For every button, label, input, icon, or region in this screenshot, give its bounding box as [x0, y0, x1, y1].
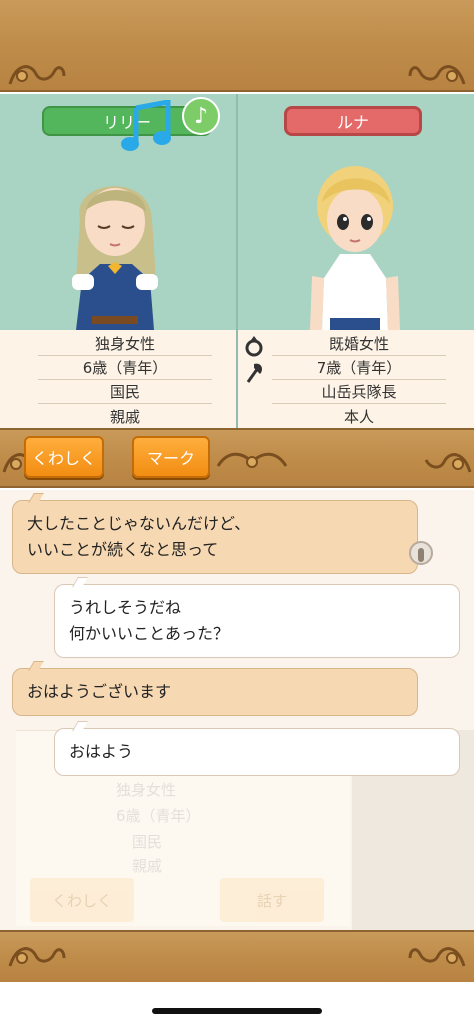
- background-details-button: くわしく: [30, 878, 134, 922]
- background-info-row: 親戚: [132, 857, 163, 875]
- chat-message-me: うれしそうだね 何かいいことあった？: [54, 577, 460, 658]
- left-info-row: 6歳（青年）: [38, 356, 212, 380]
- home-indicator[interactable]: [152, 1008, 322, 1014]
- music-note-icon: [121, 100, 171, 151]
- right-info-row: 7歳（青年）: [272, 356, 446, 380]
- right-info-row: 山岳兵隊長: [272, 380, 446, 404]
- message-line: いいことが続くなと思って: [27, 540, 219, 559]
- mark-button[interactable]: マーク: [132, 436, 210, 478]
- left-info-row: 親戚: [109, 407, 140, 426]
- details-button[interactable]: くわしく: [24, 436, 104, 478]
- background-info-row: 国民: [132, 833, 163, 851]
- bottom-wood-frame: [0, 930, 474, 982]
- right-scroll-ornament-icon: [412, 444, 474, 478]
- chat-message-them: おはようございます: [12, 661, 418, 716]
- message-line: おはよう: [69, 742, 134, 761]
- background-info-row: 6歳（青年）: [116, 807, 201, 825]
- right-scroll-ornament-icon: [406, 938, 468, 972]
- message-line: 大したことじゃないんだけど、: [27, 514, 251, 533]
- right-character-info: 既婚女性 7歳（青年） 山岳兵隊長 本人: [238, 330, 474, 428]
- right-character-name-tag[interactable]: ルナ: [284, 106, 422, 136]
- message-line: うれしそうだね: [69, 598, 182, 617]
- right-scroll-ornament-icon: [406, 56, 468, 90]
- right-character-name: ルナ: [336, 113, 369, 132]
- right-info-row: 既婚女性: [272, 332, 446, 356]
- center-scroll-ornament-icon: [212, 444, 292, 478]
- message-line: 何かいいことあった？: [69, 624, 230, 643]
- axe-icon: [246, 363, 262, 383]
- left-character-info: 独身女性 6歳（青年） 国民 親戚: [0, 330, 236, 428]
- touch-icon[interactable]: [406, 540, 436, 570]
- chat-message-me: おはよう: [54, 721, 460, 776]
- left-scroll-ornament-icon: [6, 56, 68, 90]
- top-wood-frame: [0, 0, 474, 92]
- right-info-row: 本人: [343, 407, 374, 426]
- left-info-row: 国民: [38, 380, 212, 404]
- left-scroll-ornament-icon: [6, 938, 68, 972]
- background-talk-button: 話す: [220, 878, 324, 922]
- bottom-safe-area: [0, 982, 474, 1024]
- note-badge-icon[interactable]: ♪: [182, 97, 220, 135]
- left-info-row: 独身女性: [38, 332, 212, 356]
- chat-message-them: 大したことじゃないんだけど、 いいことが続くなと思って: [12, 493, 418, 574]
- ring-icon: [245, 336, 263, 357]
- right-character-avatar[interactable]: [300, 156, 410, 330]
- left-character-avatar[interactable]: [60, 160, 170, 330]
- background-info-row: 独身女性: [116, 781, 177, 799]
- message-line: おはようございます: [27, 682, 172, 701]
